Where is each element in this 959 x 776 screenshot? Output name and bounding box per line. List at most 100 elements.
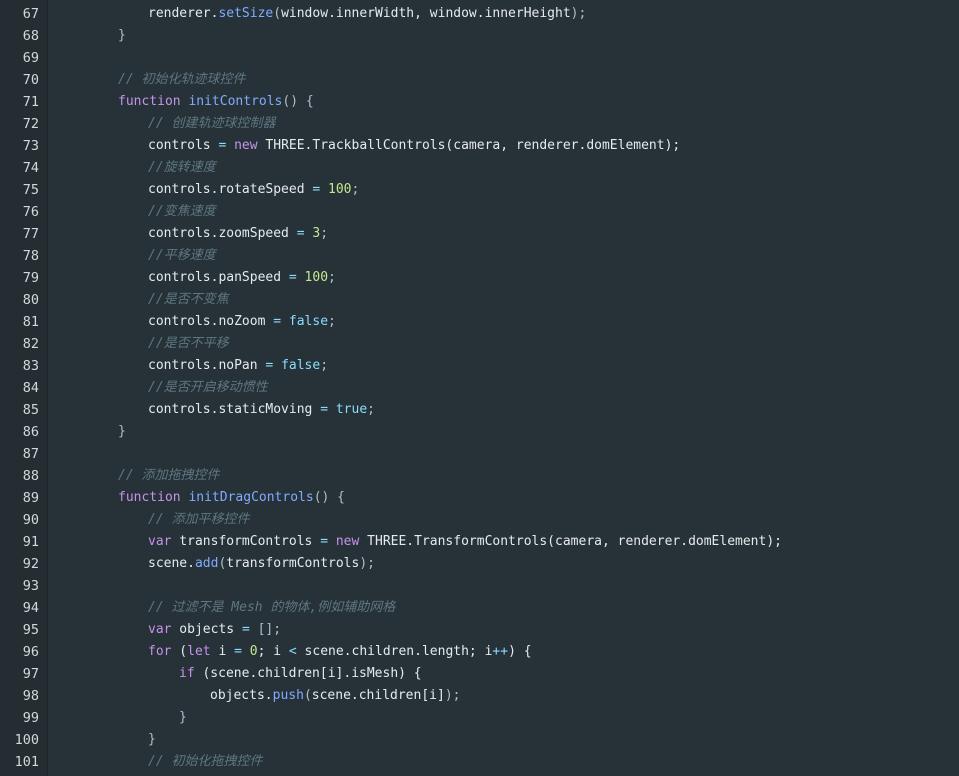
- code-line[interactable]: // 初始化拖拽控件: [48, 751, 959, 773]
- code-line[interactable]: // 添加拖拽控件: [48, 465, 959, 487]
- code-line[interactable]: var transformControls = new THREE.Transf…: [48, 531, 959, 553]
- code-line[interactable]: //平移速度: [48, 245, 959, 267]
- code-line-text: function initDragControls() {: [118, 487, 345, 509]
- code-token-punct: ;: [320, 358, 329, 373]
- code-line[interactable]: // 初始化轨迹球控件: [48, 69, 959, 91]
- code-line[interactable]: }: [48, 729, 959, 751]
- code-token-plain: renderer.: [148, 6, 219, 21]
- code-line-text: //旋转速度: [148, 157, 216, 179]
- code-line[interactable]: //变焦速度: [48, 201, 959, 223]
- code-line-text: controls.noZoom = false;: [148, 311, 336, 333]
- code-line[interactable]: // 创建轨迹球控制器: [48, 113, 959, 135]
- code-line[interactable]: scene.add(transformControls);: [48, 553, 959, 575]
- code-line-text: scene.add(transformControls);: [148, 553, 375, 575]
- code-token-plain: controls.zoomSpeed: [148, 226, 297, 241]
- line-number: 100: [14, 732, 39, 748]
- code-token-plain: transformControls: [171, 534, 321, 549]
- code-line[interactable]: }: [48, 25, 959, 47]
- code-line[interactable]: controls.rotateSpeed = 100;: [48, 179, 959, 201]
- code-token-op: ++: [492, 644, 509, 659]
- line-number: 97: [22, 666, 39, 682]
- code-token-num: 100: [304, 270, 329, 285]
- code-line[interactable]: }: [48, 707, 959, 729]
- code-line[interactable]: //是否不平移: [48, 333, 959, 355]
- code-line[interactable]: renderer.setSize(window.innerWidth, wind…: [48, 3, 959, 25]
- code-line[interactable]: //旋转速度: [48, 157, 959, 179]
- code-token-punct: ;: [320, 226, 329, 241]
- code-line[interactable]: controls.staticMoving = true;: [48, 399, 959, 421]
- code-line-text: }: [118, 25, 126, 47]
- code-line[interactable]: function initDragControls() {: [48, 487, 959, 509]
- code-token-bool: true: [335, 402, 368, 417]
- code-token-comment: //旋转速度: [148, 160, 216, 175]
- code-line-text: // 创建轨迹球控制器: [148, 113, 275, 135]
- code-line[interactable]: }: [48, 421, 959, 443]
- code-token-plain: controls: [148, 138, 219, 153]
- code-line[interactable]: // 过滤不是 Mesh 的物体,例如辅助网格: [48, 597, 959, 619]
- code-line-text: //是否开启移动惯性: [148, 377, 268, 399]
- code-line[interactable]: controls.noZoom = false;: [48, 311, 959, 333]
- code-line-text: controls.panSpeed = 100;: [148, 267, 336, 289]
- code-line[interactable]: controls = new THREE.TrackballControls(c…: [48, 135, 959, 157]
- code-token-op: =: [296, 226, 305, 241]
- code-line-text: // 添加平移控件: [148, 509, 249, 531]
- line-number: 88: [22, 468, 39, 484]
- line-number: 86: [22, 424, 39, 440]
- code-token-op: =: [288, 270, 297, 285]
- code-line-text: var transformControls = new THREE.Transf…: [148, 531, 782, 553]
- code-token-punct: );: [444, 688, 461, 703]
- code-line-text: if (scene.children[i].isMesh) {: [179, 663, 422, 685]
- code-line-text: controls.noPan = false;: [148, 355, 328, 377]
- code-token-plain: THREE.TransformControls(camera, renderer…: [359, 534, 782, 549]
- code-line[interactable]: controls.panSpeed = 100;: [48, 267, 959, 289]
- line-number: 68: [22, 28, 39, 44]
- code-editor[interactable]: 67 68 69 70 71 72 73 74 75 76 77 78 79 80 81 82 83 84 85 86…: [0, 0, 959, 776]
- code-line[interactable]: //是否不变焦: [48, 289, 959, 311]
- code-line-text: controls.rotateSpeed = 100;: [148, 179, 359, 201]
- code-line[interactable]: var objects = [];: [48, 619, 959, 641]
- code-token-comment: // 添加平移控件: [148, 512, 250, 527]
- code-token-bool: false: [288, 314, 329, 329]
- line-number: 79: [22, 270, 39, 286]
- code-line[interactable]: function initControls() {: [48, 91, 959, 113]
- code-line[interactable]: [48, 575, 959, 597]
- code-area[interactable]: renderer.setSize(window.innerWidth, wind…: [48, 0, 959, 776]
- code-line[interactable]: [48, 47, 959, 69]
- code-line[interactable]: if (scene.children[i].isMesh) {: [48, 663, 959, 685]
- code-token-op: =: [273, 314, 282, 329]
- line-number: 84: [22, 380, 39, 396]
- code-line[interactable]: controls.noPan = false;: [48, 355, 959, 377]
- line-number: 89: [22, 490, 39, 506]
- code-line[interactable]: for (let i = 0; i < scene.children.lengt…: [48, 641, 959, 663]
- line-number: 69: [22, 50, 39, 66]
- code-token-fn: initControls: [188, 94, 283, 109]
- code-token-keyword: if: [179, 666, 195, 681]
- code-token-comment: //变焦速度: [148, 204, 216, 219]
- code-token-comment: //是否开启移动惯性: [148, 380, 268, 395]
- code-line[interactable]: objects.push(scene.children[i]);: [48, 685, 959, 707]
- code-line[interactable]: controls.zoomSpeed = 3;: [48, 223, 959, 245]
- code-token-keyword: let: [187, 644, 211, 659]
- code-token-op: =: [241, 622, 250, 637]
- code-token-plain: controls.staticMoving: [148, 402, 321, 417]
- code-token-keyword: new: [234, 138, 258, 153]
- code-line-text: }: [118, 421, 126, 443]
- code-token-punct: ;: [367, 402, 375, 417]
- code-token-plain: controls.rotateSpeed: [148, 182, 313, 197]
- line-number: 91: [22, 534, 39, 550]
- code-token-plain: ; i: [257, 644, 289, 659]
- line-number: 94: [22, 600, 39, 616]
- code-line[interactable]: [48, 443, 959, 465]
- code-token-op: =: [320, 534, 329, 549]
- code-token-op: =: [234, 644, 242, 659]
- code-line[interactable]: //是否开启移动惯性: [48, 377, 959, 399]
- code-line[interactable]: // 添加平移控件: [48, 509, 959, 531]
- code-line-text: // 过滤不是 Mesh 的物体,例如辅助网格: [148, 597, 395, 619]
- code-token-op: =: [320, 402, 329, 417]
- line-number: 87: [22, 446, 39, 462]
- code-token-punct: );: [570, 6, 587, 21]
